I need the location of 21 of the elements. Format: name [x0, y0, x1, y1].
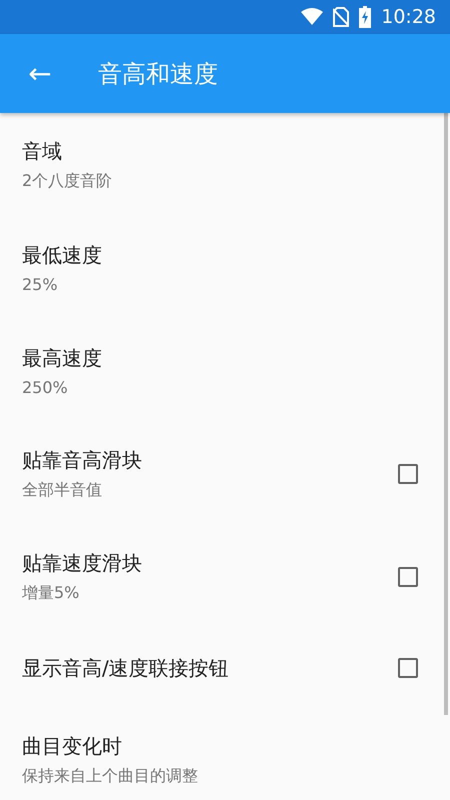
- setting-summary: 25%: [22, 274, 59, 294]
- setting-summary: 2个八度音阶: [22, 170, 114, 192]
- checkbox[interactable]: [398, 658, 418, 678]
- checkbox[interactable]: [398, 566, 418, 586]
- wifi-icon: [301, 8, 324, 26]
- setting-summary: 增量5%: [22, 582, 80, 604]
- setting-title[interactable]: 显示音高/速度联接按钮: [22, 654, 398, 682]
- setting-title[interactable]: 曲目变化时: [22, 732, 428, 760]
- setting-summary: 全部半音值: [22, 480, 103, 500]
- status-time: 10:28: [381, 6, 436, 28]
- battery-charging-icon: [359, 6, 372, 28]
- setting-title[interactable]: 贴靠音高滑块: [22, 446, 398, 474]
- setting-title[interactable]: 最低速度: [22, 242, 428, 268]
- setting-title[interactable]: 贴靠速度滑块: [22, 550, 398, 576]
- checkbox[interactable]: [398, 464, 418, 484]
- setting-summary: 保持来自上个曲目的调整: [22, 766, 199, 786]
- setting-title[interactable]: 最高速度: [22, 344, 428, 372]
- screen-title: 音高和速度: [98, 58, 218, 90]
- setting-summary: 250%: [22, 378, 69, 396]
- setting-title[interactable]: 音域: [22, 138, 428, 164]
- no-sim-icon: [333, 7, 350, 27]
